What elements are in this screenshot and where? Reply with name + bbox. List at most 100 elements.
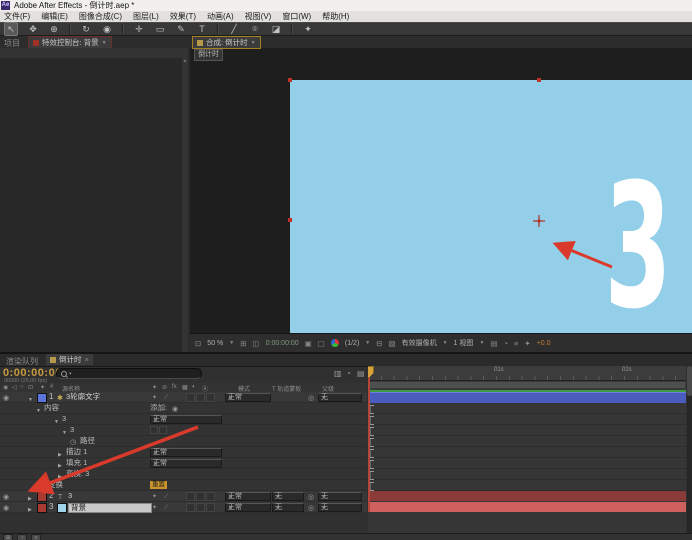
- left-panel-scrollbar[interactable]: ▲: [182, 58, 188, 352]
- menu-view[interactable]: 视图(V): [245, 11, 272, 22]
- layer-transform-row[interactable]: ▶ 变换 重置: [0, 480, 367, 491]
- property-group-label[interactable]: 内容: [44, 403, 59, 413]
- draft3d-icon[interactable]: ◔: [346, 370, 351, 378]
- exposure-value[interactable]: +0.0: [537, 340, 551, 347]
- reset-button[interactable]: 重置: [150, 481, 167, 489]
- tab-render-queue[interactable]: 渲染队列: [6, 356, 38, 367]
- antialias-switch[interactable]: ⟋: [164, 492, 168, 502]
- layer-name[interactable]: 3: [68, 491, 72, 501]
- property-group-label[interactable]: 填充 1: [66, 458, 87, 468]
- chevron-down-icon[interactable]: ▼: [251, 40, 256, 46]
- menu-composition[interactable]: 图像合成(C): [79, 11, 122, 22]
- eraser-tool-icon[interactable]: ◪: [270, 23, 282, 35]
- camera-tool-icon[interactable]: ◉: [101, 23, 113, 35]
- channel-icon[interactable]: [330, 339, 339, 347]
- transform-group-row[interactable]: ▶ 变换: 3: [0, 469, 367, 480]
- menu-file[interactable]: 文件(F): [4, 11, 30, 22]
- switch-cell[interactable]: [196, 492, 205, 501]
- chevron-down-icon[interactable]: ▼: [479, 340, 484, 346]
- switch-cell[interactable]: [186, 393, 195, 402]
- fast-preview-icon[interactable]: ◔: [503, 339, 508, 348]
- search-options-chevron[interactable]: ▾: [69, 371, 72, 377]
- transparency-grid-icon[interactable]: ▨: [389, 339, 396, 348]
- zoom-level[interactable]: 50 %: [207, 340, 223, 347]
- chevron-down-icon[interactable]: ▼: [229, 340, 234, 346]
- work-area-bar[interactable]: [368, 381, 686, 389]
- switch-cell[interactable]: [186, 492, 195, 501]
- add-label[interactable]: 添加:: [150, 403, 167, 413]
- parent-select[interactable]: 无 ▼: [318, 503, 362, 512]
- chevron-down-icon[interactable]: ▼: [365, 340, 370, 346]
- resolution-select[interactable]: (1/2): [345, 340, 359, 347]
- parent-pickwhip-icon[interactable]: ◎: [308, 504, 314, 514]
- path-direction-icon[interactable]: [159, 426, 167, 434]
- switch-cell[interactable]: [206, 503, 215, 512]
- region-of-interest-icon[interactable]: ⊟: [376, 339, 382, 348]
- antialias-switch[interactable]: ⟋: [164, 393, 168, 403]
- mode-select[interactable]: 正常 ▼: [225, 492, 271, 501]
- expand-triangle[interactable]: ▶: [28, 505, 32, 515]
- label-color[interactable]: [37, 393, 47, 403]
- switch-cell[interactable]: [196, 393, 205, 402]
- time-ruler[interactable]: 01s 02s: [368, 366, 686, 381]
- mode-select[interactable]: 正常 ▼: [225, 393, 271, 402]
- label-color[interactable]: [37, 492, 47, 502]
- timeline-search-input[interactable]: ▾: [56, 368, 202, 379]
- layer3-duration-bar[interactable]: [368, 502, 686, 512]
- toggle-inout-panes-icon[interactable]: ≡: [31, 533, 41, 540]
- fill-row[interactable]: ▶ 填充 1 正常 ▼: [0, 458, 367, 469]
- menu-window[interactable]: 窗口(W): [282, 11, 311, 22]
- quality-switch[interactable]: ✦: [152, 393, 157, 403]
- layer-row-3[interactable]: ◉ ▶ 3 背景 ✦ ⟋ 正常 ▼ 无 ▼ ◎ 无 ▼: [0, 502, 367, 513]
- magnification-icon[interactable]: ⊡: [195, 339, 201, 348]
- brush-tool-icon[interactable]: ╱: [228, 23, 240, 35]
- trkmat-select[interactable]: 无 ▼: [272, 503, 304, 512]
- timeline-scrollbar-thumb[interactable]: [687, 366, 692, 396]
- show-snapshot-icon[interactable]: ▢: [318, 339, 325, 348]
- toggle-transfer-controls-icon[interactable]: ◔: [17, 533, 27, 540]
- camera-select[interactable]: 有效摄像机: [402, 338, 437, 348]
- view-layout-select[interactable]: 1 视图: [454, 338, 474, 348]
- property-group-label[interactable]: 变换: 3: [66, 469, 89, 479]
- property-group-label[interactable]: 3: [70, 425, 74, 435]
- quality-switch[interactable]: ✦: [152, 492, 157, 502]
- menu-animation[interactable]: 动画(A): [207, 11, 234, 22]
- timeline-button-icon[interactable]: ≡: [514, 339, 518, 348]
- menu-edit[interactable]: 编辑(E): [41, 11, 68, 22]
- tab-timeline-comp[interactable]: 倒计时 ×: [46, 354, 93, 365]
- path-direction-icon[interactable]: [150, 426, 158, 434]
- composition-mini-flowchart-icon[interactable]: ▥: [334, 370, 342, 378]
- selection-tool-icon[interactable]: ↖: [4, 22, 18, 36]
- blend-mode-select[interactable]: 正常 ▼: [150, 459, 222, 468]
- property-label[interactable]: 路径: [80, 436, 95, 446]
- puppet-pin-tool-icon[interactable]: ✦: [302, 23, 314, 35]
- close-icon[interactable]: ×: [85, 355, 89, 364]
- antialias-switch[interactable]: ⟋: [164, 503, 168, 513]
- property-group-label[interactable]: 描边 1: [66, 447, 87, 457]
- eye-icon[interactable]: ◉: [3, 504, 9, 514]
- blend-mode-select[interactable]: 正常 ▼: [150, 448, 222, 457]
- pen-tool-icon[interactable]: ✎: [175, 23, 187, 35]
- property-group-label[interactable]: 3: [62, 414, 66, 424]
- zoom-tool-icon[interactable]: ⊕: [48, 23, 60, 35]
- pan-behind-tool-icon[interactable]: ✛: [133, 23, 145, 35]
- flowchart-icon[interactable]: ✦: [524, 339, 530, 348]
- property-group-label[interactable]: 变换: [48, 480, 63, 490]
- contents-row[interactable]: ▼ 内容 添加: ◉: [0, 403, 367, 414]
- layer-row-2[interactable]: ◉ ▶ 2 T 3 ✦ ⟋ 正常 ▼ 无 ▼ ◎ 无 ▼: [0, 491, 367, 502]
- menu-layer[interactable]: 图层(L): [133, 11, 159, 22]
- path-property-row[interactable]: ◷ 路径: [0, 436, 367, 447]
- layer-name[interactable]: 3轮廓文字: [66, 392, 100, 402]
- rotation-tool-icon[interactable]: ↻: [80, 23, 92, 35]
- snapshot-icon[interactable]: ▣: [305, 339, 312, 348]
- type-tool-icon[interactable]: T: [196, 23, 208, 35]
- switch-cell[interactable]: [206, 393, 215, 402]
- stroke-row[interactable]: ▶ 描边 1 正常 ▼: [0, 447, 367, 458]
- shape-group-row[interactable]: ▼ 3 正常 ▼: [0, 414, 367, 425]
- mask-visibility-icon[interactable]: ◫: [253, 339, 260, 348]
- hand-tool-icon[interactable]: ✥: [27, 23, 39, 35]
- pixel-aspect-icon[interactable]: ▤: [490, 339, 497, 348]
- timeline-track-area[interactable]: 01s 02s: [368, 366, 686, 533]
- toggle-layer-switches-icon[interactable]: ⊞: [3, 533, 13, 540]
- tab-composition[interactable]: 合成: 倒计时 ▼: [192, 36, 261, 49]
